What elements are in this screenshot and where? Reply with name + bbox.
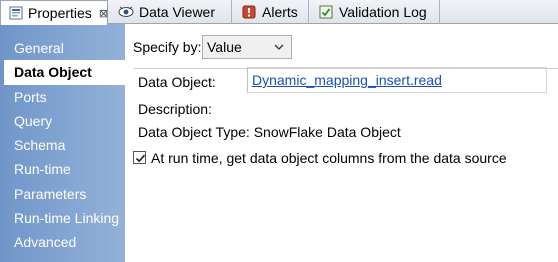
checkmark-icon (135, 154, 146, 163)
sidebar-item-data-object[interactable]: Data Object (4, 60, 125, 85)
data-object-type-row: Data Object Type: SnowFlake Data Object (138, 124, 401, 140)
data-object-link[interactable]: Dynamic_mapping_insert.read (252, 72, 442, 88)
specify-by-select[interactable]: Value (202, 35, 292, 59)
tab-data-viewer[interactable]: Data Viewer (110, 0, 232, 24)
sidebar-item-ports[interactable]: Ports (0, 85, 125, 109)
sidebar-item-general[interactable]: General (0, 36, 125, 60)
sidebar-item-run-time[interactable]: Run-time (0, 157, 125, 181)
specify-by-value: Value (207, 39, 242, 55)
specify-by-label: Specify by: (133, 39, 202, 55)
sidebar-item-schema[interactable]: Schema (0, 133, 125, 157)
tab-label: Properties (28, 5, 92, 21)
sidebar-item-parameters[interactable]: Parameters (0, 182, 125, 206)
properties-content: Specify by: Value Data Object: Dynamic_m… (125, 24, 558, 262)
tab-label: Data Viewer (139, 4, 216, 20)
data-object-type-label: Data Object Type: (138, 124, 250, 140)
properties-icon (9, 5, 23, 21)
tab-alerts[interactable]: Alerts (233, 0, 309, 24)
tab-label: Validation Log (339, 4, 427, 20)
tab-validation-log[interactable]: Validation Log (310, 0, 440, 24)
validation-log-icon (318, 4, 334, 20)
runtime-columns-checkbox[interactable] (133, 151, 146, 164)
description-label: Description: (138, 101, 212, 117)
sidebar-item-advanced[interactable]: Advanced (0, 230, 125, 254)
data-object-label: Data Object: (138, 74, 216, 90)
tab-label: Alerts (262, 4, 298, 20)
chevron-down-icon (273, 40, 285, 52)
sidebar-item-run-time-linking[interactable]: Run-time Linking (0, 206, 125, 230)
tab-properties[interactable]: Properties ⊠ (0, 0, 108, 25)
properties-sidebar: General Data Object Ports Query Schema R… (0, 24, 125, 262)
data-viewer-icon (118, 4, 134, 20)
data-object-field: Dynamic_mapping_insert.read (247, 67, 547, 93)
runtime-columns-label: At run time, get data object columns fro… (151, 150, 507, 166)
view-tab-bar: Properties ⊠ Data Viewer Alerts Validati… (0, 0, 558, 25)
data-object-type-value: SnowFlake Data Object (253, 124, 401, 140)
sidebar-item-query[interactable]: Query (0, 109, 125, 133)
close-icon[interactable]: ⊠ (99, 7, 108, 20)
alerts-icon (241, 4, 257, 20)
